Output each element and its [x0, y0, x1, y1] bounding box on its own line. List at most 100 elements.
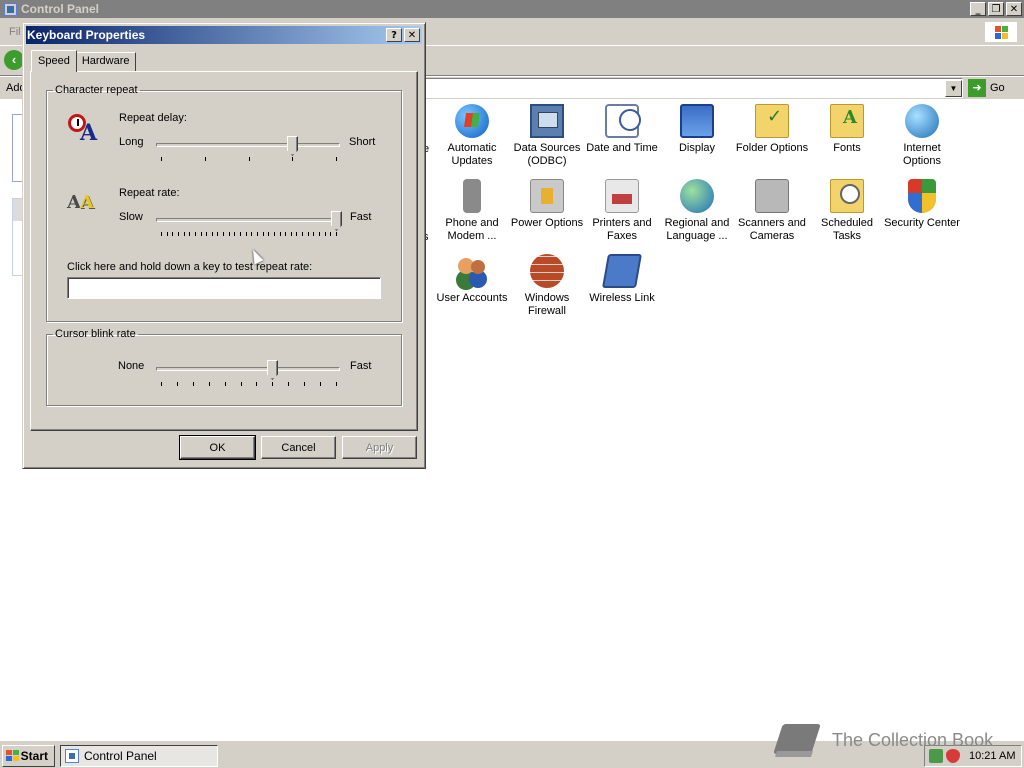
cursor-blink-min-label: None	[118, 360, 145, 372]
address-dropdown-button[interactable]: ▼	[945, 80, 962, 97]
cp-item-fonts[interactable]: Fonts	[809, 104, 885, 155]
repeat-rate-ticks	[161, 232, 337, 236]
slider-tick	[336, 382, 337, 386]
slider-tick	[249, 157, 250, 161]
minimize-button[interactable]: _	[970, 2, 986, 16]
repeat-delay-min-label: Long	[119, 136, 144, 148]
users-icon	[455, 254, 489, 288]
repeat-rate-max-label: Fast	[350, 211, 372, 223]
wireless-icon	[602, 254, 642, 288]
slider-tick	[319, 232, 320, 236]
windows-update-icon	[455, 104, 489, 138]
repeat-rate-min-label: Slow	[119, 211, 143, 223]
clock-icon	[605, 104, 641, 138]
slider-tick	[212, 232, 213, 236]
test-repeat-label: Click here and hold down a key to test r…	[67, 261, 313, 273]
slider-tick	[325, 232, 326, 236]
slider-tick	[193, 382, 194, 386]
slider-tick	[161, 232, 162, 236]
test-repeat-input[interactable]	[67, 277, 381, 299]
control-panel-icon	[4, 2, 17, 16]
start-button[interactable]: Start	[2, 745, 55, 767]
tab-speed[interactable]: Speed	[31, 50, 77, 72]
repeat-rate-track	[156, 218, 340, 222]
watermark-text: The Collection Book	[832, 729, 994, 750]
folder-icon	[755, 104, 789, 138]
slider-tick	[206, 232, 207, 236]
slider-tick	[234, 232, 235, 236]
repeat-delay-track	[156, 143, 340, 147]
taskbar-item-label: Control Panel	[84, 749, 157, 763]
cp-item-scheduled-tasks[interactable]: Scheduled Tasks	[809, 179, 885, 243]
slider-tick	[177, 382, 178, 386]
shield-icon	[908, 179, 936, 213]
firewall-icon	[530, 254, 564, 288]
slider-tick	[172, 232, 173, 236]
control-panel-title: Control Panel	[21, 2, 100, 16]
odbc-icon	[530, 104, 564, 138]
cursor-blink-track	[156, 367, 340, 371]
slider-tick	[209, 382, 210, 386]
dialog-title: Keyboard Properties	[27, 28, 146, 42]
go-label: Go	[990, 82, 1005, 94]
tab-strip: Speed Hardware	[31, 50, 136, 72]
cp-item-regional-and-language[interactable]: Regional and Language ...	[659, 179, 735, 243]
slider-tick	[280, 232, 281, 236]
slider-tick	[256, 382, 257, 386]
cp-item-display[interactable]: Display	[659, 104, 735, 155]
cancel-button[interactable]: Cancel	[261, 436, 336, 459]
repeat-delay-label: Repeat delay:	[119, 112, 187, 124]
slider-tick	[223, 232, 224, 236]
monitor-icon	[680, 104, 714, 138]
tab-hardware[interactable]: Hardware	[75, 52, 136, 71]
cp-item-data-sources[interactable]: Data Sources (ODBC)	[509, 104, 585, 168]
slider-tick	[217, 232, 218, 236]
slider-tick	[195, 232, 196, 236]
menu-file[interactable]: Fil	[9, 26, 21, 38]
slider-tick	[336, 157, 337, 161]
character-repeat-legend: Character repeat	[55, 84, 138, 96]
slider-tick	[330, 232, 331, 236]
slider-tick	[205, 157, 206, 161]
start-label: Start	[20, 749, 48, 763]
cp-item-internet-options[interactable]: Internet Options	[884, 104, 960, 168]
ok-button[interactable]: OK	[179, 435, 256, 460]
control-panel-titlebar[interactable]: Control Panel _ ❐ ✕	[0, 0, 1024, 18]
cp-item-scanners-and-cameras[interactable]: Scanners and Cameras	[734, 179, 810, 243]
slider-tick	[274, 232, 275, 236]
slider-tick	[302, 232, 303, 236]
close-button[interactable]: ✕	[1006, 2, 1022, 16]
back-arrow-icon[interactable]: ‹	[4, 50, 24, 70]
go-arrow-icon: ➜	[968, 79, 986, 97]
book-icon	[772, 718, 822, 762]
repeat-rate-icon: AA	[67, 192, 94, 213]
slider-tick	[291, 232, 292, 236]
cp-item-security-center[interactable]: Security Center	[884, 179, 960, 230]
repeat-delay-icon: A	[66, 112, 100, 146]
cp-item-windows-firewall[interactable]: Windows Firewall	[509, 254, 585, 318]
cp-item-wireless-link[interactable]: Wireless Link	[584, 254, 660, 305]
slider-tick	[240, 232, 241, 236]
cp-item-power-options[interactable]: Power Options	[509, 179, 585, 230]
slider-tick	[285, 232, 286, 236]
go-button[interactable]: ➜ Go	[968, 79, 1005, 97]
cp-item-phone-and-modem[interactable]: Phone and Modem ...	[434, 179, 510, 243]
slider-tick	[257, 232, 258, 236]
slider-tick	[161, 157, 162, 161]
slider-tick	[313, 232, 314, 236]
dialog-titlebar[interactable]: Keyboard Properties ? ✕	[26, 26, 422, 44]
apply-button[interactable]: Apply	[342, 436, 417, 459]
slider-tick	[268, 232, 269, 236]
cp-item-date-and-time[interactable]: Date and Time	[584, 104, 660, 155]
taskbar-item-control-panel[interactable]: Control Panel	[60, 745, 218, 767]
slider-tick	[292, 157, 293, 161]
cp-item-user-accounts[interactable]: User Accounts	[434, 254, 510, 305]
windows-logo-icon	[984, 21, 1018, 43]
slider-tick	[251, 232, 252, 236]
cp-item-folder-options[interactable]: Folder Options	[734, 104, 810, 155]
help-button[interactable]: ?	[386, 28, 402, 42]
restore-button[interactable]: ❐	[988, 2, 1004, 16]
cp-item-automatic-updates[interactable]: Automatic Updates	[434, 104, 510, 168]
dialog-close-button[interactable]: ✕	[404, 28, 420, 42]
cp-item-printers-and-faxes[interactable]: Printers and Faxes	[584, 179, 660, 243]
